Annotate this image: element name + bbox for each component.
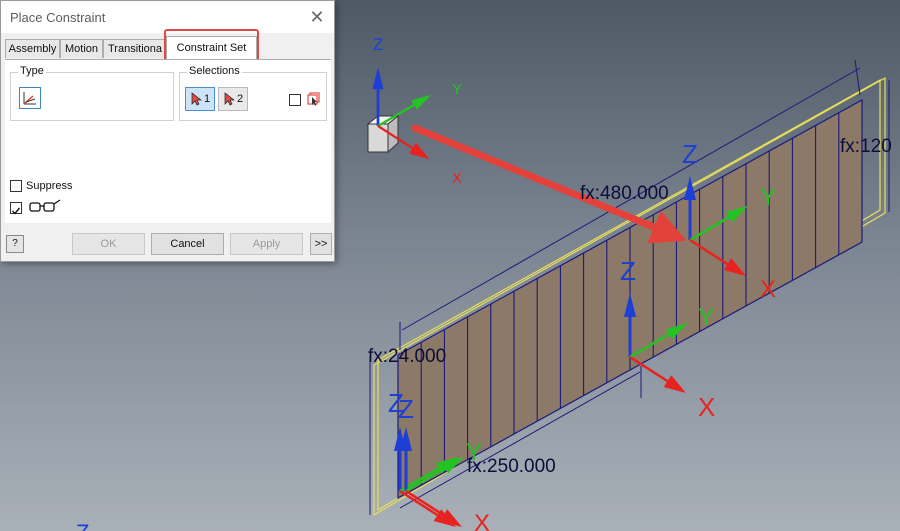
suppress-checkbox[interactable] bbox=[10, 180, 22, 192]
dimension-120: fx:120 bbox=[840, 136, 892, 157]
x-axis-label-mid: X bbox=[698, 392, 715, 422]
ucs-constraint-icon[interactable] bbox=[19, 87, 41, 109]
z-axis-label-bottom-b: Z bbox=[398, 394, 414, 424]
close-icon[interactable]: ✕ bbox=[306, 6, 328, 28]
suppress-label: Suppress bbox=[26, 180, 73, 192]
z-axis-label-corner: Z bbox=[76, 520, 89, 531]
selection-1-label: 1 bbox=[204, 93, 211, 105]
selections-group-label: Selections bbox=[187, 65, 242, 77]
y-axis-label-origin: Y bbox=[452, 81, 462, 98]
pick-part-first-checkbox[interactable] bbox=[289, 94, 301, 106]
select-arrow-icon bbox=[191, 92, 202, 106]
triad-origin-y-arrow-head bbox=[411, 94, 432, 110]
selection-1-button[interactable]: 1 bbox=[185, 87, 215, 111]
type-group-label: Type bbox=[18, 65, 46, 77]
y-axis-label-bottom: Y bbox=[466, 439, 482, 466]
z-axis-label-mid: Z bbox=[620, 256, 636, 286]
ok-button[interactable]: OK bbox=[72, 233, 145, 255]
triad-origin-z-arrow-head bbox=[372, 67, 384, 90]
x-axis-label-origin: X bbox=[452, 170, 462, 187]
apply-button[interactable]: Apply bbox=[230, 233, 303, 255]
type-group: Type bbox=[10, 65, 174, 121]
triad-mid-x-arrow-head bbox=[663, 375, 686, 393]
cancel-button[interactable]: Cancel bbox=[151, 233, 224, 255]
constraint-set-panel: Type Selections 1 2 Suppress bbox=[5, 60, 331, 223]
place-constraint-dialog: Place Constraint ✕ Assembly Motion Trans… bbox=[0, 0, 335, 262]
checkmark-icon bbox=[12, 207, 21, 215]
tab-motion[interactable]: Motion bbox=[60, 39, 103, 58]
glasses-icon bbox=[29, 199, 61, 212]
z-axis-label-top: Z bbox=[682, 139, 698, 169]
y-axis-label-top: Y bbox=[760, 184, 776, 211]
help-button[interactable]: ? bbox=[6, 235, 24, 253]
origin-part-box-icon bbox=[366, 114, 400, 154]
tab-assembly[interactable]: Assembly bbox=[5, 39, 60, 58]
tab-transitional[interactable]: Transitiona bbox=[103, 39, 165, 58]
triad-bottom-b-x-arrow-shaft bbox=[405, 489, 445, 517]
triad-mid-x-arrow-shaft bbox=[629, 355, 669, 383]
y-axis-label-mid: Y bbox=[698, 304, 714, 331]
pick-part-icon bbox=[307, 92, 320, 106]
x-axis-label-top: X bbox=[760, 276, 776, 303]
select-arrow-icon bbox=[224, 92, 235, 106]
more-button[interactable]: >> bbox=[310, 233, 332, 255]
dimension-480: fx:480.000 bbox=[580, 183, 669, 204]
preview-checkbox[interactable] bbox=[10, 202, 22, 215]
selections-group: Selections 1 2 bbox=[179, 65, 327, 121]
dialog-title: Place Constraint bbox=[10, 10, 106, 25]
z-axis-label-origin: Z bbox=[373, 35, 383, 54]
triad-bottom-a-x-arrow-shaft bbox=[399, 489, 439, 517]
x-axis-label-bottom: X bbox=[474, 510, 490, 531]
selection-2-button[interactable]: 2 bbox=[218, 87, 248, 111]
triad-origin-x-arrow-head bbox=[409, 142, 430, 160]
selection-2-label: 2 bbox=[237, 93, 244, 105]
dimension-24: fx:24.000 bbox=[368, 346, 446, 367]
